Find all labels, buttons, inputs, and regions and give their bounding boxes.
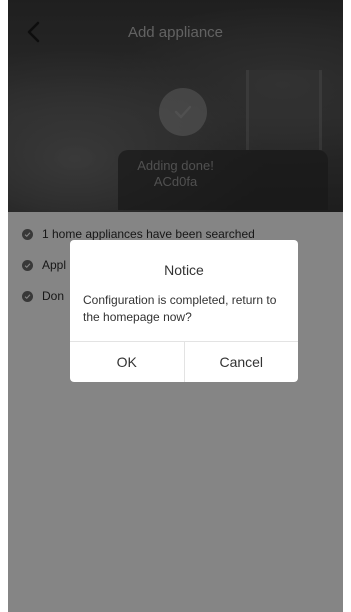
dialog-title: Notice: [164, 262, 204, 278]
dialog-message: Configuration is completed, return to th…: [83, 293, 277, 324]
dialog-actions: OK Cancel: [70, 341, 298, 382]
cancel-button[interactable]: Cancel: [183, 342, 299, 382]
notice-dialog: Notice Configuration is completed, retur…: [70, 240, 298, 382]
add-appliance-screen: Add appliance Adding done! ACd0fa 1 home…: [8, 0, 343, 612]
ok-button[interactable]: OK: [70, 342, 184, 382]
